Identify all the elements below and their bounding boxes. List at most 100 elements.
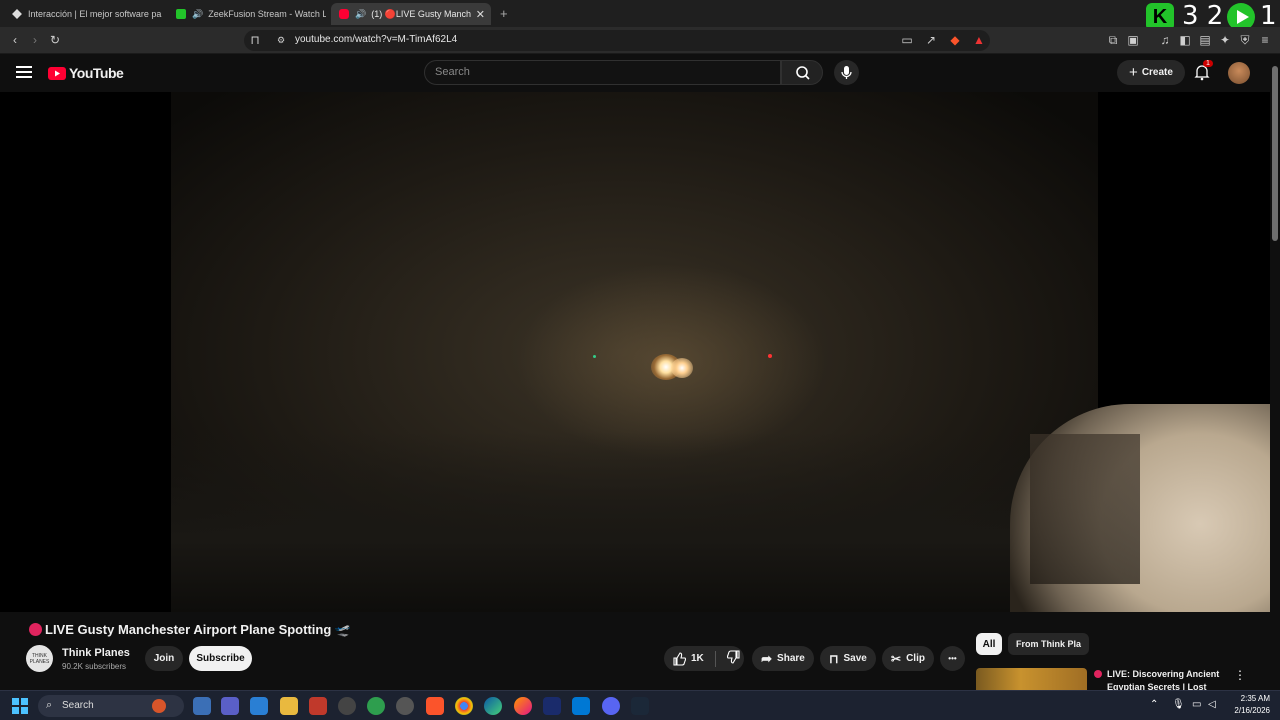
site-settings-icon[interactable]: ⚙ <box>274 33 288 47</box>
live-indicator-icon <box>29 623 42 636</box>
tray-mic-icon[interactable]: 🎙 <box>1172 699 1185 710</box>
scrollbar-thumb[interactable] <box>1272 66 1278 241</box>
tab-label: Interacción | El mejor software para p <box>28 9 162 19</box>
share-label: Share <box>777 653 805 664</box>
tab-label: (1) 🔴LIVE Gusty Manchester <box>371 8 471 19</box>
search-icon: ⌕ <box>46 699 53 711</box>
youtube-play-icon <box>48 66 66 80</box>
join-button[interactable]: Join <box>145 646 183 671</box>
hamburger-menu-icon[interactable] <box>16 64 32 78</box>
video-title: LIVE Gusty Manchester Airport Plane Spot… <box>45 622 352 637</box>
media-icon[interactable]: ♫ <box>1158 33 1172 47</box>
youtube-logo[interactable]: YouTube <box>48 65 124 81</box>
clock-date[interactable]: 2/16/2026 <box>1226 706 1270 715</box>
like-button[interactable]: 1K <box>672 651 704 666</box>
taskbar-app-icon[interactable] <box>338 697 356 715</box>
browser-tab-youtube[interactable]: 🔊 (1) 🔴LIVE Gusty Manchester ✕ <box>331 3 491 25</box>
more-actions-button[interactable]: ••• <box>940 646 965 671</box>
taskbar-app-icon[interactable] <box>193 697 211 715</box>
recommendation-menu-icon[interactable]: ⋮ <box>1234 668 1246 682</box>
discord-icon[interactable] <box>602 697 620 715</box>
brave-shields-icon[interactable]: ◆ <box>948 33 962 47</box>
video-frame <box>171 92 1098 612</box>
reload-icon[interactable]: ↻ <box>48 33 62 47</box>
bookmark-icon[interactable]: ⊓ <box>248 33 262 47</box>
taskbar-app-icon[interactable] <box>396 697 414 715</box>
new-tab-button[interactable]: + <box>500 6 508 21</box>
search-placeholder: Search <box>435 66 470 78</box>
save-button[interactable]: ⊓ Save <box>820 646 876 671</box>
menu-icon[interactable]: ≡ <box>1258 33 1272 47</box>
taskbar-app-icon[interactable] <box>367 697 385 715</box>
chip-all[interactable]: All <box>976 633 1002 655</box>
chrome-icon[interactable] <box>455 697 473 715</box>
file-explorer-icon[interactable] <box>280 697 298 715</box>
url-text[interactable]: youtube.com/watch?v=M-TimAf62L4 <box>295 34 457 45</box>
brave-rewards-icon[interactable]: ▲ <box>972 33 986 47</box>
taskbar-app-icon[interactable] <box>250 697 268 715</box>
brave-browser-icon[interactable] <box>426 697 444 715</box>
divider <box>714 650 716 667</box>
channel-avatar[interactable]: THINK PLANES <box>26 645 53 672</box>
leo-icon[interactable]: ▤ <box>1198 33 1212 47</box>
search-icon <box>796 66 810 80</box>
youtube-header: YouTube Search + Create 1 <box>0 54 1280 92</box>
back-icon[interactable]: ‹ <box>8 33 22 47</box>
voice-search-button[interactable] <box>834 60 859 85</box>
steam-icon[interactable] <box>631 697 649 715</box>
more-label: ••• <box>948 654 957 663</box>
browser-tab-zeekfusion[interactable]: 🔊 ZeekFusion Stream - Watch Live <box>168 3 326 25</box>
create-button[interactable]: + Create <box>1117 60 1185 85</box>
create-label: Create <box>1141 67 1173 78</box>
edge-icon[interactable] <box>484 697 502 715</box>
browser-tab-strip: Interacción | El mejor software para p 🔊… <box>0 0 1280 31</box>
like-dislike-group: 1K <box>664 646 744 671</box>
share-page-icon[interactable]: ↗ <box>924 33 938 47</box>
search-button[interactable] <box>781 60 823 85</box>
cast-icon[interactable]: ▭ <box>900 33 914 47</box>
microphone-icon <box>841 66 852 79</box>
tray-chevron-icon[interactable]: ⌃ <box>1150 699 1158 710</box>
user-avatar[interactable] <box>1228 62 1250 84</box>
video-player[interactable] <box>0 92 1270 612</box>
speaker-icon: 🔊 <box>355 8 367 19</box>
thumbs-up-icon <box>673 651 686 666</box>
subscribe-button[interactable]: Subscribe <box>189 646 252 671</box>
share-button[interactable]: ➦ Share <box>752 646 814 671</box>
channel-avatar-text: THINK PLANES <box>29 652 50 665</box>
like-count: 1K <box>691 653 704 664</box>
search-input[interactable]: Search <box>424 60 781 85</box>
aircraft-nav-light-green <box>593 355 596 358</box>
taskbar-app-icon[interactable] <box>543 697 561 715</box>
extensions-icon[interactable]: ⧉ <box>1106 33 1120 47</box>
notifications-bell-icon[interactable]: 1 <box>1193 60 1213 81</box>
recommendation-title-text: LIVE: Discovering Ancient Egyptian Secre… <box>1107 669 1220 692</box>
taskbar-app-icon[interactable] <box>221 697 239 715</box>
vpn-icon[interactable]: ⛨ <box>1238 33 1252 47</box>
windows-taskbar: ⌕ Search ⌃ 🎙 ▭ ◁ 2:35 AM 2/16/2026 <box>0 690 1280 720</box>
wallet-icon[interactable]: ▣ <box>1126 33 1140 47</box>
bookmark-save-icon: ⊓ <box>829 651 839 666</box>
taskbar-app-icon[interactable] <box>309 697 327 715</box>
scissors-icon: ✂ <box>891 651 902 666</box>
dislike-button[interactable] <box>726 650 741 667</box>
clock-time[interactable]: 2:35 AM <box>1234 694 1270 703</box>
taskbar-search[interactable]: ⌕ Search <box>38 695 184 717</box>
windows-start-icon[interactable] <box>12 698 28 714</box>
browser-tab-interaccion[interactable]: Interacción | El mejor software para p <box>4 3 162 25</box>
channel-name[interactable]: Think Planes <box>62 647 130 659</box>
ai-icon[interactable]: ✦ <box>1218 33 1232 47</box>
tab-label: ZeekFusion Stream - Watch Live <box>208 9 326 19</box>
clip-button[interactable]: ✂ Clip <box>882 646 934 671</box>
forward-icon[interactable]: › <box>28 33 42 47</box>
firefox-icon[interactable] <box>514 697 532 715</box>
address-bar[interactable]: ⊓ ⚙ youtube.com/watch?v=M-TimAf62L4 ▭ ↗ … <box>244 30 990 51</box>
page-scrollbar[interactable] <box>1270 54 1280 694</box>
chip-from-channel[interactable]: From Think Pla <box>1008 633 1090 655</box>
tray-volume-icon[interactable]: ◁ <box>1208 699 1216 710</box>
sidebar-icon[interactable]: ◧ <box>1178 33 1192 47</box>
vscode-icon[interactable] <box>572 697 590 715</box>
trees-silhouette <box>171 432 1098 612</box>
close-tab-icon[interactable]: ✕ <box>476 8 485 21</box>
tray-network-icon[interactable]: ▭ <box>1192 699 1201 710</box>
